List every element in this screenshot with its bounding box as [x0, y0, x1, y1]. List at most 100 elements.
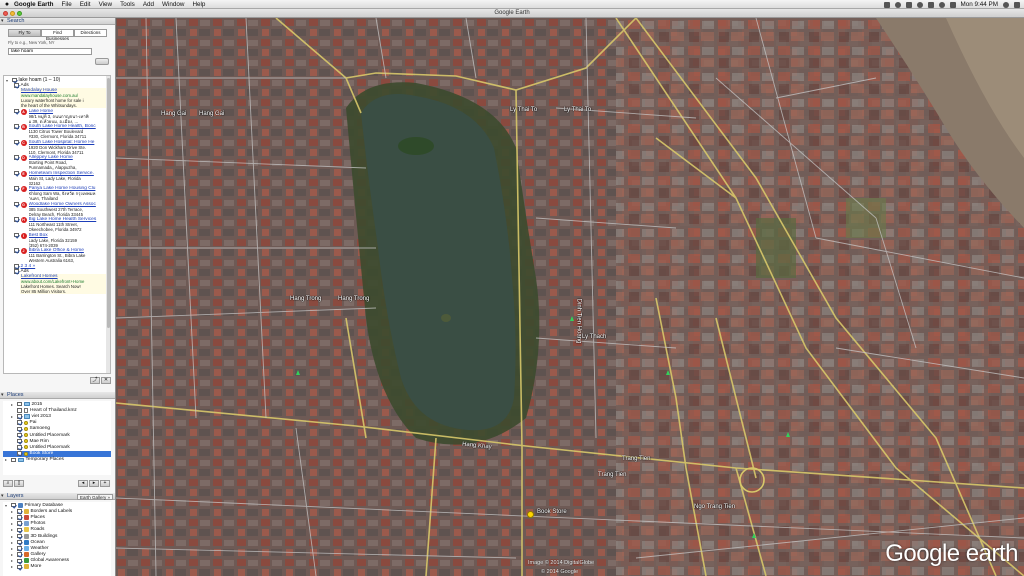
move-up-icon[interactable]: ◂ — [78, 480, 88, 487]
result-pin-icon[interactable]: D — [20, 155, 27, 161]
layer-checkbox[interactable] — [17, 564, 22, 570]
result-pin-icon[interactable]: F — [20, 186, 27, 192]
places-checkbox[interactable] — [17, 401, 22, 407]
map-street-label[interactable]: Ngo Trang Tien — [694, 504, 735, 510]
result-checkbox[interactable] — [14, 248, 19, 253]
layer-checkbox[interactable] — [17, 521, 22, 526]
map-street-label[interactable]: Ly Thai To — [564, 107, 591, 113]
sync-icon[interactable] — [894, 1, 901, 8]
places-checkbox[interactable] — [17, 408, 22, 413]
notification-center-icon[interactable] — [1014, 1, 1020, 8]
result-checkbox[interactable] — [14, 139, 19, 144]
result-checkbox[interactable] — [14, 155, 19, 160]
result-pin-icon[interactable]: B — [20, 124, 27, 130]
bluetooth-icon[interactable] — [905, 1, 912, 8]
spotlight-icon[interactable] — [1003, 1, 1009, 8]
earth-gallery-button[interactable]: Earth Gallery » — [76, 493, 113, 500]
result-pin-icon[interactable]: I — [20, 232, 27, 239]
places-checkbox[interactable] — [11, 457, 16, 463]
apple-icon[interactable]: ● — [0, 1, 14, 8]
app-menu[interactable]: Google Earth — [14, 1, 54, 8]
tab-fly-to[interactable]: Fly To — [8, 29, 41, 37]
search-input[interactable] — [8, 48, 92, 55]
result-checkbox[interactable] — [14, 170, 19, 175]
result-pin-icon[interactable]: E — [20, 170, 27, 177]
search-places-icon[interactable]: ⌕ — [3, 480, 13, 487]
places-checkbox[interactable] — [17, 438, 22, 444]
menu-add[interactable]: Add — [143, 1, 154, 8]
scroll-thumb[interactable] — [106, 78, 110, 328]
places-section-header[interactable]: Places — [0, 392, 115, 399]
result-item[interactable]: B South Lake Home Health, Bonc 1130 Citrus… — [14, 124, 110, 139]
menu-view[interactable]: View — [99, 1, 113, 8]
layer-checkbox[interactable] — [11, 502, 16, 508]
minimize-window-icon[interactable] — [10, 11, 15, 16]
result-pin-icon[interactable]: J — [20, 248, 27, 254]
result-item[interactable]: D Alleppey Lake Home Starting Point Road, P… — [14, 155, 110, 170]
gmail-icon[interactable] — [883, 1, 890, 8]
result-item[interactable]: A Lake Home 98/1 หมู่ที่ 3, ถนนกาญจนา-เทาพ… — [14, 108, 110, 124]
layer-checkbox[interactable] — [17, 558, 22, 564]
result-pin-icon[interactable]: G — [20, 201, 27, 208]
sidebar-toggle-icon[interactable]: ▯ — [14, 480, 24, 487]
menu-clock[interactable]: Mon 9:44 PM — [961, 1, 998, 8]
expand-triangle-icon[interactable]: ▸ — [11, 402, 15, 407]
result-checkbox[interactable] — [14, 124, 19, 129]
menu-help[interactable]: Help — [192, 1, 205, 8]
result-checkbox[interactable] — [14, 217, 19, 222]
result-checkbox[interactable] — [14, 108, 19, 113]
results-checkbox[interactable] — [12, 77, 17, 83]
expand-triangle-icon[interactable]: ▸ — [11, 515, 15, 520]
expand-triangle-icon[interactable]: ▸ — [11, 546, 15, 551]
tab-find-businesses[interactable]: Find Businesses — [41, 29, 74, 41]
map-street-label[interactable]: Ly Thai To — [510, 107, 537, 113]
places-item[interactable]: ▸ Temporary Places — [3, 457, 111, 463]
clear-results-button[interactable]: ✕ — [101, 377, 111, 384]
result-checkbox[interactable] — [14, 232, 19, 237]
close-window-icon[interactable] — [3, 11, 8, 16]
map-street-label[interactable]: Hang Gai — [161, 111, 186, 117]
places-checkbox[interactable] — [17, 451, 22, 456]
map-street-label[interactable]: Dinh Tien Hoang — [575, 299, 581, 344]
expand-triangle-icon[interactable]: ▸ — [11, 414, 15, 419]
menu-tools[interactable]: Tools — [120, 1, 135, 8]
result-pin-icon[interactable]: H — [20, 217, 27, 223]
layer-item[interactable]: ▸ More — [3, 564, 111, 570]
result-item[interactable]: E Hometeam Inspection Service. Main St, La… — [14, 170, 110, 186]
zoom-window-icon[interactable] — [17, 11, 22, 16]
layer-checkbox[interactable] — [17, 539, 22, 545]
wifi-icon[interactable] — [938, 1, 945, 8]
landmark-icon[interactable] — [786, 432, 791, 437]
result-checkbox[interactable] — [14, 201, 19, 206]
move-down-icon[interactable]: ▸ — [89, 480, 99, 487]
collapse-triangle-icon[interactable]: ▾ — [6, 78, 10, 83]
layer-checkbox[interactable] — [17, 515, 22, 520]
result-pin-icon[interactable]: C — [20, 139, 27, 146]
result-item[interactable]: I Best Box Lady Lake, Florida 32159 (352) 6… — [14, 232, 110, 248]
places-checkbox[interactable] — [17, 432, 22, 438]
timemachine-icon[interactable] — [916, 1, 923, 8]
search-section-header[interactable]: Search — [0, 18, 115, 25]
places-checkbox[interactable] — [17, 426, 22, 432]
volume-icon[interactable] — [927, 1, 934, 8]
menu-file[interactable]: File — [62, 1, 72, 8]
result-checkbox[interactable] — [14, 186, 19, 191]
expand-triangle-icon[interactable]: ▸ — [11, 552, 15, 557]
search-go-button[interactable] — [95, 58, 109, 65]
battery-icon[interactable] — [949, 1, 956, 8]
expand-triangle-icon[interactable]: ▸ — [11, 540, 15, 545]
layer-checkbox[interactable] — [17, 546, 22, 551]
map-street-label[interactable]: Trang Tien — [622, 456, 650, 462]
landmark-icon[interactable] — [752, 533, 757, 538]
ad-bottom[interactable]: Lakefront Homes www.about.com/Lakefront+… — [20, 274, 110, 294]
map-street-label[interactable]: Book Store — [537, 509, 567, 515]
landmark-icon[interactable] — [570, 316, 575, 321]
menu-window[interactable]: Window — [162, 1, 184, 8]
layer-checkbox[interactable] — [17, 533, 22, 539]
places-checkbox[interactable] — [17, 414, 22, 419]
map-street-label[interactable]: Ly Thach — [582, 334, 606, 340]
layer-checkbox[interactable] — [17, 509, 22, 514]
expand-triangle-icon[interactable]: ▸ — [11, 534, 15, 539]
map-street-label[interactable]: Hang Trong — [338, 296, 369, 302]
expand-triangle-icon[interactable]: ▸ — [11, 558, 15, 563]
